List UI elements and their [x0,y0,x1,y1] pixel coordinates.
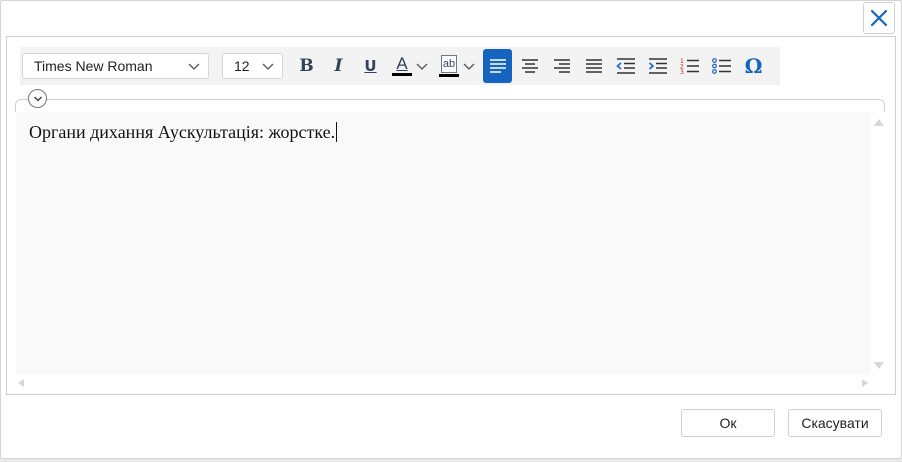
scroll-right-arrow-icon[interactable] [862,379,868,387]
chevron-down-icon [463,63,475,70]
indent-icon [648,58,667,74]
scroll-up-arrow-icon[interactable] [874,119,884,126]
omega-icon: Ω [744,54,763,78]
italic-icon: I [334,56,343,76]
bullet-list-button[interactable] [707,49,736,83]
highlight-icon: ab [440,55,458,73]
font-color-button[interactable]: A [388,49,432,83]
align-left-button[interactable] [483,49,512,83]
font-size-select[interactable]: 12 [222,53,283,79]
editor-text-area[interactable]: Органи дихання Аускультація: жорстке. [16,112,871,375]
rich-text-editor: Times New Roman 12 B I U A ab 1 2 3 Ω Ор… [6,36,896,395]
align-center-button[interactable] [515,49,544,83]
highlight-color-button[interactable]: ab [435,49,479,83]
align-center-icon [521,59,538,73]
cancel-button[interactable]: Скасувати [788,409,882,437]
italic-button[interactable]: I [324,49,353,83]
underline-button[interactable]: U [356,49,385,83]
align-right-button[interactable] [547,49,576,83]
outdent-icon [615,58,635,74]
special-character-button[interactable]: Ω [739,49,768,83]
chevron-down-icon [416,63,428,70]
ok-button[interactable]: Ок [681,409,775,437]
formatting-toolbar: Times New Roman 12 B I U A ab 1 2 3 Ω [20,47,780,85]
bold-button[interactable]: B [292,49,321,83]
underline-icon: U [364,57,377,75]
outdent-button[interactable] [611,49,640,83]
chevron-down-icon [262,63,274,70]
chevron-down-icon [188,63,200,70]
font-size-value: 12 [234,58,250,74]
font-family-value: Times New Roman [34,58,153,74]
toolbar-collapse-bar [15,89,885,112]
font-family-select[interactable]: Times New Roman [22,53,209,79]
bold-icon: B [299,56,314,76]
chevron-down-icon [33,95,42,102]
editor-dialog: Times New Roman 12 B I U A ab 1 2 3 Ω Ор… [0,0,902,459]
numbered-list-icon: 1 2 3 [680,58,699,75]
align-left-icon [489,59,506,73]
scroll-down-arrow-icon[interactable] [874,362,884,369]
cancel-button-label: Скасувати [801,415,869,431]
align-right-icon [553,59,570,73]
font-color-icon: A [396,54,408,73]
numbered-list-button[interactable]: 1 2 3 [675,49,704,83]
editor-text: Органи дихання Аускультація: жорстке. [29,122,336,142]
collapse-toolbar-button[interactable] [28,89,47,108]
vertical-scrollbar[interactable] [871,112,887,375]
ok-button-label: Ок [719,415,737,431]
close-button[interactable] [863,2,895,34]
indent-button[interactable] [643,49,672,83]
svg-text:3: 3 [680,69,684,75]
horizontal-scrollbar[interactable] [16,375,871,391]
justify-icon [585,59,602,73]
scroll-left-arrow-icon[interactable] [18,379,24,387]
justify-button[interactable] [579,49,608,83]
close-icon [870,9,888,27]
bullet-list-icon [711,58,731,74]
text-cursor [336,122,338,142]
